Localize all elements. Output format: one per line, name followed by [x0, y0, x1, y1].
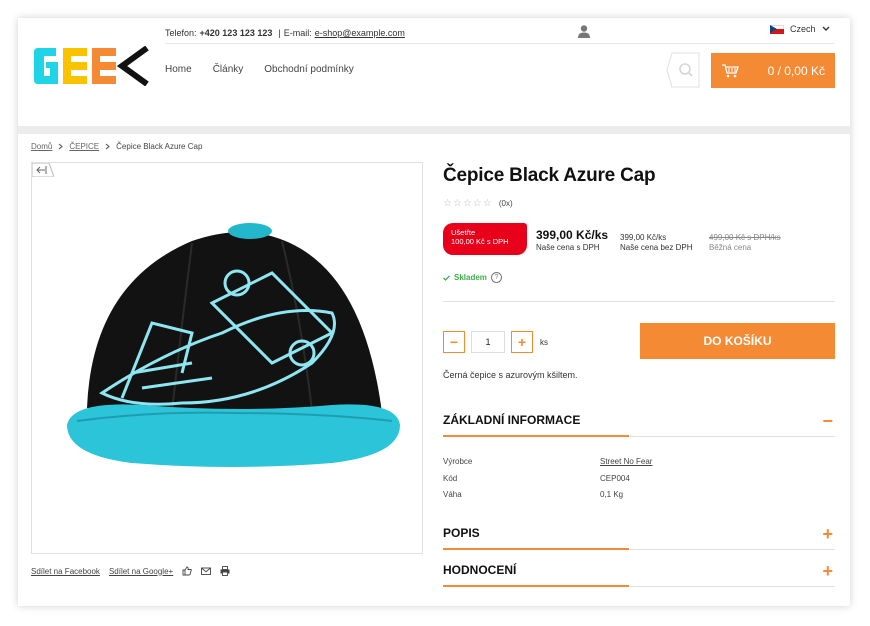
chevron-right-icon — [105, 143, 110, 150]
divider — [443, 301, 835, 302]
email-link[interactable]: e-shop@example.com — [315, 28, 405, 38]
email-label: E-mail: — [283, 28, 312, 38]
help-icon[interactable]: ? — [490, 272, 502, 283]
contact-separator: | — [278, 28, 281, 38]
contact-bar: Telefon: +420 123 123 123 | E-mail: e-sh… — [165, 24, 834, 42]
language-label: Czech — [790, 24, 816, 34]
discount-amount: 100,00 Kč s DPH — [451, 237, 509, 247]
add-to-cart-button[interactable]: DO KOŠÍKU — [640, 323, 835, 359]
breadcrumb-current: Čepice Black Azure Cap — [116, 142, 203, 151]
section-divider-line — [629, 436, 835, 437]
expand-icon[interactable]: + — [822, 561, 833, 582]
quantity-stepper: − 1 + ks — [443, 331, 548, 353]
price-regular: 499,00 Kč s DPH/ks Běžná cena — [709, 233, 781, 254]
decrease-quantity-button[interactable]: − — [443, 331, 465, 353]
info-value: Street No Fear — [600, 457, 652, 474]
section-divider-line — [629, 586, 835, 587]
topbar-divider — [165, 43, 834, 44]
price-without-vat: 399,00 Kč/ks Naše cena bez DPH — [620, 233, 692, 254]
info-table: Výrobce Street No Fear Kód CEP004 Váha 0… — [443, 457, 652, 507]
quantity-input[interactable]: 1 — [471, 331, 505, 353]
collapse-icon[interactable]: − — [822, 411, 833, 432]
section-accent-line — [443, 585, 629, 587]
info-key: Kód — [443, 473, 458, 483]
section-basic-info[interactable]: ZÁKLADNÍ INFORMACE − — [443, 411, 835, 450]
cart-separator: / — [777, 63, 781, 78]
cap-image — [67, 223, 400, 467]
phone-label: Telefon: — [165, 28, 197, 38]
share-bar: Sdílet na Facebook Sdílet na Google+ — [31, 566, 230, 576]
product-title: Čepice Black Azure Cap — [443, 165, 656, 186]
discount-badge: Ušetřte 100,00 Kč s DPH — [443, 223, 527, 255]
nav-item-home[interactable]: Home — [165, 64, 192, 75]
section-title: POPIS — [443, 526, 480, 540]
price-with-vat: 399,00 Kč/ks Naše cena s DPH — [536, 228, 608, 252]
check-icon — [443, 274, 450, 281]
price-label: Naše cena s DPH — [536, 243, 600, 252]
cart-icon — [722, 63, 739, 77]
table-row: Výrobce Street No Fear — [443, 457, 652, 474]
header-shadow-band — [18, 126, 850, 134]
section-description[interactable]: POPIS + — [443, 524, 835, 563]
info-value: CEP004 — [600, 473, 630, 483]
cart-summary: 0 / 0,00 Kč — [768, 64, 825, 78]
phone-number: +420 123 123 123 — [199, 28, 273, 38]
share-google-link[interactable]: Sdílet na Google+ — [109, 567, 173, 576]
short-description: Černá čepice s azurovým kšiltem. — [443, 370, 578, 380]
cart-count: 0 — [767, 63, 775, 78]
main-nav: Home Články Obchodní podmínky — [165, 64, 354, 75]
increase-quantity-button[interactable]: + — [511, 331, 533, 353]
chevron-right-icon — [58, 143, 64, 150]
table-row: Váha 0,1 Kg — [443, 490, 652, 507]
user-icon[interactable] — [577, 24, 591, 38]
czech-flag-icon — [770, 24, 784, 34]
price-regular-label: Běžná cena — [709, 243, 752, 253]
info-key: Výrobce — [443, 457, 473, 466]
section-accent-line — [443, 435, 629, 437]
info-value: 0,1 Kg — [600, 490, 624, 499]
section-title: HODNOCENÍ — [443, 563, 517, 577]
page-frame: Telefon: +420 123 123 123 | E-mail: e-sh… — [18, 18, 850, 606]
discount-label: Ušetřte — [451, 228, 476, 237]
expand-icon[interactable]: + — [822, 524, 833, 545]
print-icon[interactable] — [220, 566, 230, 576]
cart-button[interactable]: 0 / 0,00 Kč — [711, 53, 835, 88]
cart-total: 0,00 Kč — [784, 63, 825, 78]
stock-label: Skladem — [454, 273, 487, 282]
price-nov-label: Naše cena bez DPH — [620, 243, 693, 253]
manufacturer-link[interactable]: Street No Fear — [600, 457, 652, 466]
zoom-tag-icon[interactable] — [32, 163, 54, 177]
section-accent-line — [443, 548, 629, 550]
rating-stars-icon: ☆☆☆☆☆ — [443, 198, 493, 209]
breadcrumb: Domů ČEPICE Čepice Black Azure Cap — [31, 142, 202, 151]
language-selector[interactable]: Czech — [770, 24, 830, 34]
breadcrumb-home[interactable]: Domů — [31, 142, 52, 151]
thumbs-up-icon[interactable] — [182, 566, 192, 576]
search-button[interactable] — [666, 52, 702, 88]
table-row: Kód CEP004 — [443, 474, 652, 491]
info-key: Váha — [443, 490, 462, 499]
price-nov-value: 399,00 Kč/ks — [620, 233, 667, 242]
stock-status: Skladem ? — [443, 272, 502, 283]
section-divider-line — [629, 549, 835, 550]
price-value: 399,00 Kč/ks — [536, 228, 609, 242]
product-image[interactable] — [31, 162, 423, 554]
nav-item-articles[interactable]: Články — [213, 64, 244, 75]
email-icon[interactable] — [201, 566, 212, 576]
share-facebook-link[interactable]: Sdílet na Facebook — [31, 567, 100, 576]
site-logo[interactable] — [32, 46, 152, 86]
site-header: Telefon: +420 123 123 123 | E-mail: e-sh… — [18, 18, 850, 126]
chevron-down-icon — [822, 26, 830, 31]
quantity-unit: ks — [540, 337, 548, 347]
section-title: ZÁKLADNÍ INFORMACE — [443, 413, 581, 427]
price-regular-value: 499,00 Kč s DPH/ks — [709, 233, 781, 242]
section-reviews[interactable]: HODNOCENÍ + — [443, 561, 835, 600]
nav-item-terms[interactable]: Obchodní podmínky — [264, 64, 354, 75]
rating[interactable]: ☆☆☆☆☆ (0x) — [443, 198, 513, 209]
rating-count: (0x) — [498, 199, 513, 208]
breadcrumb-category[interactable]: ČEPICE — [69, 142, 99, 151]
